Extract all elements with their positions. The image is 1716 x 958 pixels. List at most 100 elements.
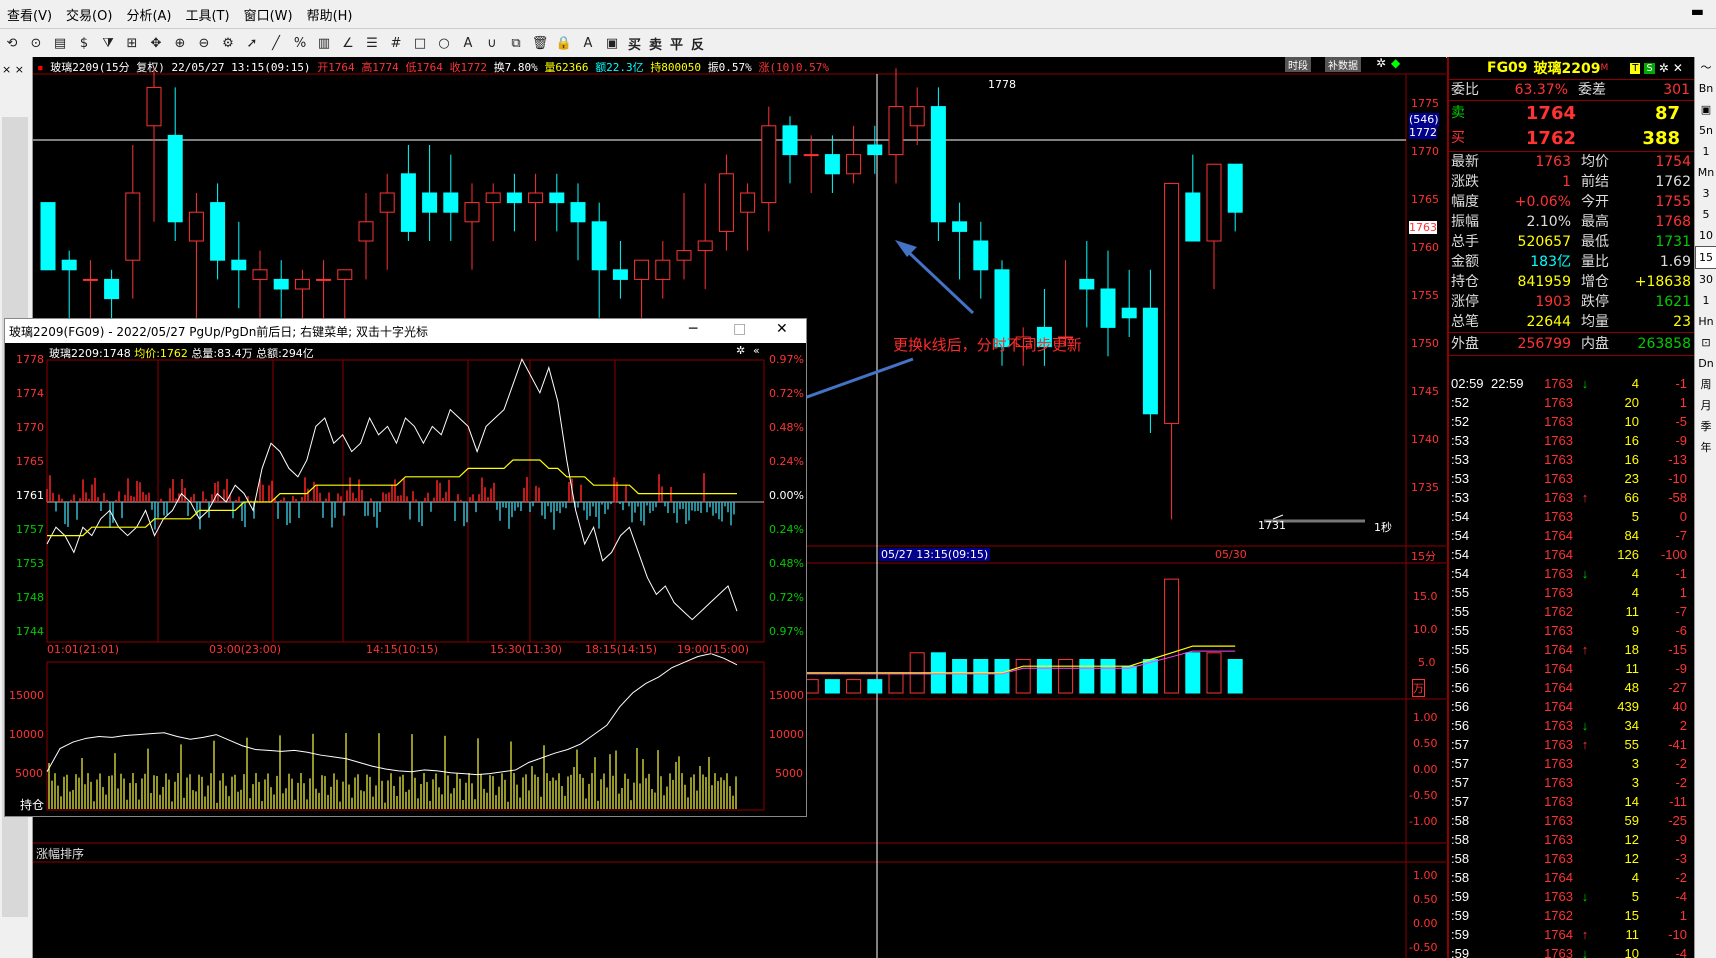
delete-icon[interactable]: 🗑 [529, 32, 551, 54]
tick-row[interactable]: :55 1763 9 -6 [1449, 621, 1695, 640]
sell-row[interactable]: 卖 1764 87 [1449, 101, 1695, 126]
tick-row[interactable]: :53 1763 23 -10 [1449, 469, 1695, 488]
magnet-icon[interactable]: ∪ [481, 32, 503, 54]
menu-analysis[interactable]: 分析(A) [119, 5, 178, 24]
period-button-年[interactable]: 年 [1695, 437, 1716, 458]
circle-icon[interactable]: ○ [433, 32, 455, 54]
popup-titlebar[interactable]: 玻璃2209(FG09) - 2022/05/27 PgUp/PgDn前后日; … [5, 319, 806, 343]
minimize-button[interactable]: ▬ [1691, 4, 1704, 20]
period-button-〜[interactable]: 〜 [1695, 57, 1716, 78]
reverse-button[interactable]: 反 [687, 34, 708, 53]
tick-row[interactable]: :56 1764 48 -27 [1449, 678, 1695, 697]
tick-row[interactable]: :57 1763 3 -2 [1449, 754, 1695, 773]
menu-window[interactable]: 窗口(W) [237, 5, 300, 24]
tick-row[interactable]: :54 1763 5 0 [1449, 507, 1695, 526]
bars-icon[interactable]: ▥ [313, 32, 335, 54]
buy-row[interactable]: 买 1762 388 [1449, 126, 1695, 152]
period-button-Dn[interactable]: Dn [1695, 353, 1716, 374]
period-button-3[interactable]: 3 [1695, 183, 1716, 204]
tick-row[interactable]: :59 1763 ↓ 5 -4 [1449, 887, 1695, 906]
period-button-30[interactable]: 30 [1695, 269, 1716, 290]
period-button-5n[interactable]: 5n [1695, 120, 1716, 141]
period-button-5[interactable]: 5 [1695, 204, 1716, 225]
t-icon[interactable]: T [1630, 62, 1641, 74]
menu-tools[interactable]: 工具(T) [178, 5, 236, 24]
filter-icon[interactable]: ⧩ [97, 32, 119, 54]
zoom-out-icon[interactable]: ⊖ [193, 32, 215, 54]
tick-row[interactable]: :58 1763 12 -3 [1449, 849, 1695, 868]
intraday-popup[interactable]: 玻璃2209(FG09) - 2022/05/27 PgUp/PgDn前后日; … [4, 318, 807, 817]
tick-row[interactable]: 02:59 22:59 1763 ↓ 4 -1 [1449, 374, 1695, 393]
tick-row[interactable]: :56 1763 ↓ 34 2 [1449, 716, 1695, 735]
rect-icon[interactable]: □ [409, 32, 431, 54]
fib-icon[interactable]: ☰ [361, 32, 383, 54]
tick-row[interactable]: :59 1764 ↑ 11 -10 [1449, 925, 1695, 944]
hash-icon[interactable]: # [385, 32, 407, 54]
quote-settings-icon[interactable]: ✲ [1659, 61, 1669, 75]
back-icon[interactable]: ⟲ [1, 32, 23, 54]
menu-trade[interactable]: 交易(O) [59, 5, 119, 24]
period-button-Bn[interactable]: Bn [1695, 78, 1716, 99]
tick-row[interactable]: :55 1764 ↑ 18 -15 [1449, 640, 1695, 659]
tick-row[interactable]: :57 1763 ↑ 55 -41 [1449, 735, 1695, 754]
tick-row[interactable]: :54 1764 84 -7 [1449, 526, 1695, 545]
angle-icon[interactable]: ∠ [337, 32, 359, 54]
tick-row[interactable]: :53 1763 ↑ 66 -58 [1449, 488, 1695, 507]
percent-icon[interactable]: % [289, 32, 311, 54]
period-button-15[interactable]: 15 [1695, 246, 1716, 269]
dollar-icon[interactable]: $ [73, 32, 95, 54]
period-button-▣[interactable]: ▣ [1695, 99, 1716, 120]
line-icon[interactable]: ╱ [265, 32, 287, 54]
copy-icon[interactable]: ⧉ [505, 32, 527, 54]
tick-row[interactable]: :56 1764 11 -9 [1449, 659, 1695, 678]
move-icon[interactable]: ✥ [145, 32, 167, 54]
tick-row[interactable]: :56 1764 439 40 [1449, 697, 1695, 716]
page-icon[interactable]: ▤ [49, 32, 71, 54]
tick-list[interactable]: 02:59 22:59 1763 ↓ 4 -1:52 1763 20 1:52 1763 10 -5:… [1449, 374, 1695, 958]
close-icon[interactable]: × × [2, 63, 24, 76]
tick-row[interactable]: :55 1762 11 -7 [1449, 602, 1695, 621]
color-icon[interactable]: A [577, 32, 599, 54]
grid-icon[interactable]: ⊞ [121, 32, 143, 54]
buy-button[interactable]: 买 [624, 34, 645, 53]
tick-row[interactable]: :57 1763 14 -11 [1449, 792, 1695, 811]
popup-maximize-icon[interactable]: □ [733, 321, 746, 337]
close-position-button[interactable]: 平 [666, 34, 687, 53]
zoom-in-icon[interactable]: ⊕ [169, 32, 191, 54]
quote-close-icon[interactable]: ✕ [1673, 61, 1683, 75]
tick-row[interactable]: :59 1763 ↓ 10 -4 [1449, 944, 1695, 958]
tick-row[interactable]: :52 1763 10 -5 [1449, 412, 1695, 431]
tick-row[interactable]: :52 1763 20 1 [1449, 393, 1695, 412]
period-button-季[interactable]: 季 [1695, 416, 1716, 437]
popup-close-icon[interactable]: ✕ [776, 321, 788, 337]
save-icon[interactable]: ▣ [601, 32, 623, 54]
period-button-1[interactable]: 1 [1695, 290, 1716, 311]
period-button-Mn[interactable]: Mn [1695, 162, 1716, 183]
period-button-1[interactable]: 1 [1695, 141, 1716, 162]
sell-button[interactable]: 卖 [645, 34, 666, 53]
menu-help[interactable]: 帮助(H) [300, 5, 360, 24]
tick-row[interactable]: :54 1764 126 -100 [1449, 545, 1695, 564]
period-button-10[interactable]: 10 [1695, 225, 1716, 246]
period-button-⊡[interactable]: ⊡ [1695, 332, 1716, 353]
tick-row[interactable]: :57 1763 3 -2 [1449, 773, 1695, 792]
tick-row[interactable]: :58 1764 4 -2 [1449, 868, 1695, 887]
tick-row[interactable]: :53 1763 16 -13 [1449, 450, 1695, 469]
tick-row[interactable]: :58 1763 59 -25 [1449, 811, 1695, 830]
period-button-周[interactable]: 周 [1695, 374, 1716, 395]
tick-row[interactable]: :54 1763 ↓ 4 -1 [1449, 564, 1695, 583]
popup-minimize-icon[interactable]: ─ [689, 321, 697, 337]
play-icon[interactable]: ⊙ [25, 32, 47, 54]
s-icon[interactable]: S [1644, 62, 1655, 74]
text-icon[interactable]: A [457, 32, 479, 54]
lock-icon[interactable]: 🔒 [553, 32, 575, 54]
menu-view[interactable]: 查看(V) [0, 5, 59, 24]
period-button-月[interactable]: 月 [1695, 395, 1716, 416]
period-button-Hn[interactable]: Hn [1695, 311, 1716, 332]
tick-row[interactable]: :58 1763 12 -9 [1449, 830, 1695, 849]
tick-row[interactable]: :59 1762 15 1 [1449, 906, 1695, 925]
settings-icon[interactable]: ⚙ [217, 32, 239, 54]
cursor-icon[interactable]: ➚ [241, 32, 263, 54]
tick-row[interactable]: :55 1763 4 1 [1449, 583, 1695, 602]
tick-row[interactable]: :53 1763 16 -9 [1449, 431, 1695, 450]
